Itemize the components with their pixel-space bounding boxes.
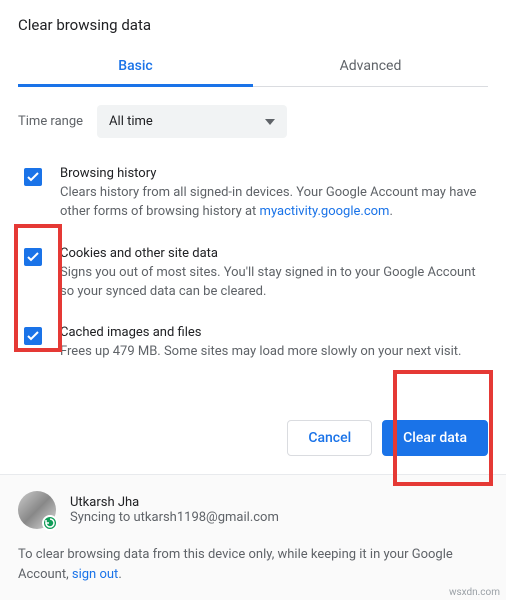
option-browsing-history: Browsing history Clears history from all… bbox=[18, 166, 488, 222]
myactivity-link[interactable]: myactivity.google.com bbox=[260, 204, 390, 219]
sign-out-link[interactable]: sign out bbox=[72, 567, 118, 582]
dialog-title: Clear browsing data bbox=[18, 16, 488, 34]
cancel-button[interactable]: Cancel bbox=[287, 420, 372, 456]
avatar bbox=[18, 491, 56, 529]
option-desc: Signs you out of most sites. You'll stay… bbox=[60, 264, 488, 302]
option-cache: Cached images and files Frees up 479 MB.… bbox=[18, 325, 488, 362]
checkbox-browsing-history[interactable] bbox=[24, 168, 42, 186]
chevron-down-icon bbox=[265, 119, 275, 125]
clear-data-button[interactable]: Clear data bbox=[382, 420, 488, 456]
profile-name: Utkarsh Jha bbox=[70, 495, 279, 510]
time-range-select[interactable]: All time bbox=[97, 105, 287, 138]
profile-sync: Syncing to utkarsh1198@gmail.com bbox=[70, 510, 279, 525]
watermark: wsxdn.com bbox=[449, 587, 500, 598]
option-desc: Clears history from all signed-in device… bbox=[60, 184, 488, 222]
sync-icon bbox=[42, 515, 58, 531]
tab-basic[interactable]: Basic bbox=[18, 48, 253, 87]
checkbox-cache[interactable] bbox=[24, 327, 42, 345]
option-title: Cookies and other site data bbox=[60, 246, 488, 261]
tabs: Basic Advanced bbox=[18, 48, 488, 87]
check-icon bbox=[27, 252, 39, 262]
option-cookies: Cookies and other site data Signs you ou… bbox=[18, 246, 488, 302]
checkbox-cookies[interactable] bbox=[24, 248, 42, 266]
time-range-value: All time bbox=[109, 114, 153, 129]
option-title: Cached images and files bbox=[60, 325, 488, 340]
check-icon bbox=[27, 331, 39, 341]
footer-note: To clear browsing data from this device … bbox=[18, 545, 488, 584]
tab-advanced[interactable]: Advanced bbox=[253, 48, 488, 86]
option-title: Browsing history bbox=[60, 166, 488, 181]
option-desc: Frees up 479 MB. Some sites may load mor… bbox=[60, 343, 488, 362]
time-range-label: Time range bbox=[18, 114, 83, 129]
check-icon bbox=[27, 172, 39, 182]
